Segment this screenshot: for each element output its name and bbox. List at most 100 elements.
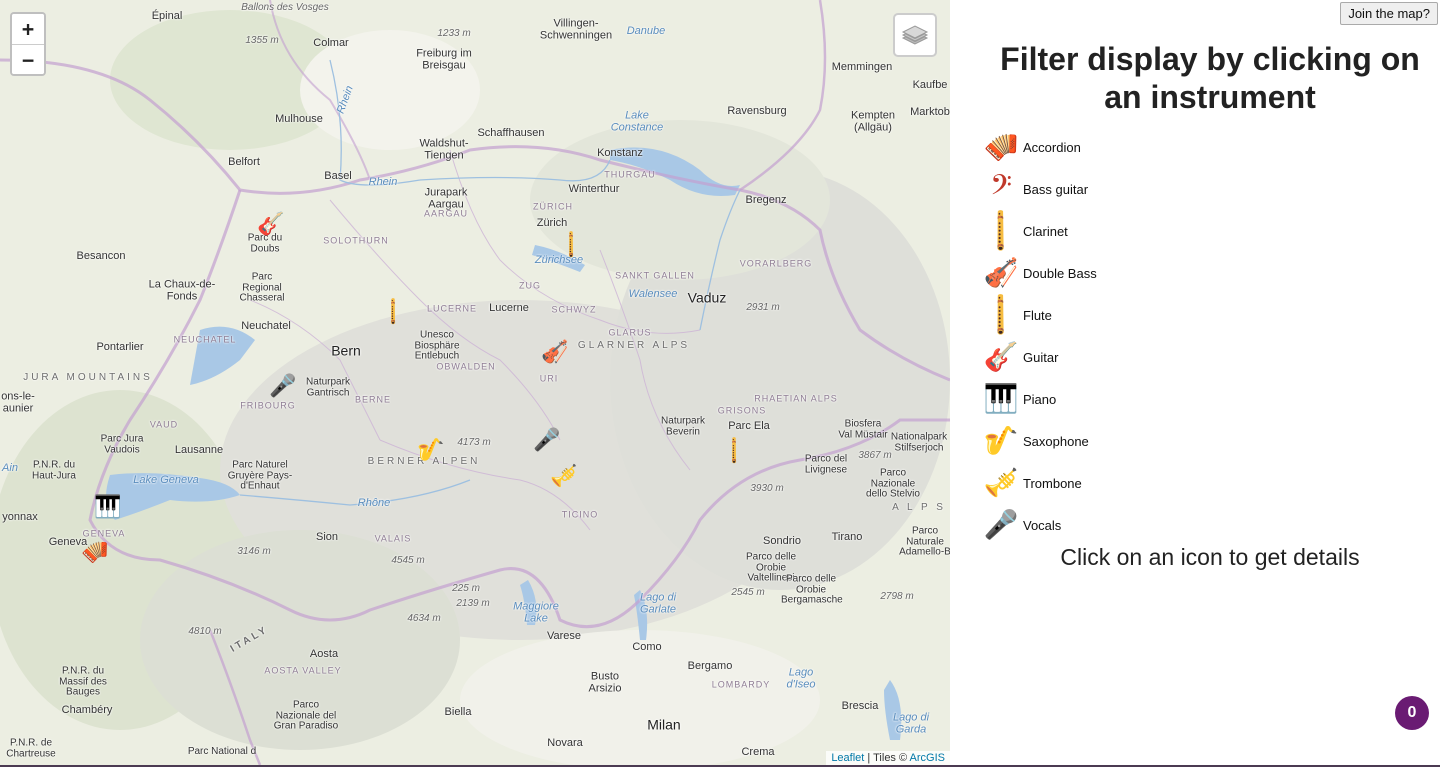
map-label: Lago di Garlate <box>639 591 677 615</box>
saxophone-icon: 🎷 <box>983 424 1019 457</box>
layers-icon <box>901 25 929 45</box>
double-bass-marker[interactable]: 🎻 <box>541 342 568 364</box>
map-label: 2798 m <box>880 590 914 602</box>
instrument-item-accordion[interactable]: 🪗 Accordion <box>982 126 1097 168</box>
instrument-item-guitar[interactable]: 🎸 Guitar <box>982 336 1097 378</box>
map-label: Lake Geneva <box>133 474 199 487</box>
map-label: Colmar <box>313 37 349 50</box>
instrument-label: Piano <box>1023 391 1057 407</box>
map-label: Novara <box>547 737 583 750</box>
map-label: 4545 m <box>391 554 425 566</box>
map-label: Biella <box>444 706 472 719</box>
zoom-in-button[interactable]: + <box>12 14 44 44</box>
map-label: Parco Nazionale del Gran Paradiso <box>273 699 339 732</box>
map-label: THURGAU <box>604 169 656 180</box>
map-label: Schaffhausen <box>477 127 545 140</box>
map-label: 4810 m <box>188 625 222 637</box>
map-label: Memmingen <box>831 61 893 74</box>
join-map-button[interactable]: Join the map? <box>1340 2 1438 25</box>
map-label: Konstanz <box>597 147 643 160</box>
accordion-icon: 🪗 <box>983 130 1019 163</box>
map-label: Zürich <box>536 217 568 230</box>
map-label: AOSTA VALLEY <box>264 665 342 676</box>
map-label: SCHWYZ <box>551 304 597 315</box>
leaflet-link[interactable]: Leaflet <box>831 752 864 764</box>
map-label: Chambéry <box>61 704 113 717</box>
map-label: TICINO <box>561 509 599 520</box>
map-label: RHAETIAN ALPS <box>754 393 838 404</box>
instrument-label: Vocals <box>1023 517 1062 533</box>
map-label: Tirano <box>831 531 863 544</box>
vocals-marker-2[interactable]: 🎤 <box>533 430 560 452</box>
map-label: P.N.R. du Massif des Bauges <box>59 665 107 698</box>
map-label: Freiburg im Breisgau <box>416 47 472 71</box>
map-label: Kempten (Allgäu) <box>850 109 896 133</box>
map-label: Rhein <box>368 176 398 189</box>
instrument-item-saxophone[interactable]: 🎷 Saxophone <box>982 420 1097 462</box>
notification-badge[interactable]: 0 <box>1395 696 1429 730</box>
map-label: GENEVA <box>82 528 126 539</box>
map-label: Como <box>632 641 662 654</box>
map-label: Parc Ela <box>728 420 770 433</box>
map-label: Zürichsee <box>534 254 584 267</box>
saxophone-marker[interactable]: 🎷 <box>417 440 444 462</box>
layers-button[interactable] <box>893 13 937 57</box>
map-label: SANKT GALLEN <box>615 270 695 281</box>
map-label: Bregenz <box>745 194 787 207</box>
guitar-icon: 🎸 <box>983 340 1019 373</box>
vocals-marker-1[interactable]: 🎤 <box>269 376 296 398</box>
zoom-out-button[interactable]: − <box>12 44 44 74</box>
map-label: Unesco Biosphäre Entlebuch <box>414 329 460 362</box>
piano-icon: 🎹 <box>983 382 1019 415</box>
map-view[interactable]: Épinal Ballons des Vosges Colmar 1355 m … <box>0 0 950 765</box>
map-label: Marktob <box>910 106 950 119</box>
instrument-label: Clarinet <box>1023 223 1068 239</box>
map-label: VORARLBERG <box>739 258 813 269</box>
instrument-label: Guitar <box>1023 349 1059 365</box>
map-label: Vaduz <box>687 289 727 306</box>
instrument-item-double-bass[interactable]: 🎻 Double Bass <box>982 252 1097 294</box>
instrument-item-vocals[interactable]: 🎤 Vocals <box>982 504 1097 546</box>
map-label: 3867 m <box>858 449 892 461</box>
instrument-label: Double Bass <box>1023 265 1097 281</box>
map-label: 1233 m <box>437 27 471 39</box>
map-label: GLARUS <box>608 327 652 338</box>
details-hint: Click on an icon to get details <box>1060 544 1360 570</box>
map-attribution: Leaflet | Tiles © ArcGIS <box>826 751 950 765</box>
instrument-item-bass-guitar[interactable]: 𝄢 Bass guitar <box>982 168 1097 210</box>
map-label: Parc National d <box>187 745 257 757</box>
instrument-item-trombone[interactable]: 🎺 Trombone <box>982 462 1097 504</box>
map-label: Rhône <box>357 497 391 510</box>
trombone-marker[interactable]: 🎺 <box>550 466 577 488</box>
map-label: 3930 m <box>750 482 784 494</box>
instrument-item-clarinet[interactable]: 🪈 Clarinet <box>977 207 1097 255</box>
microphone-icon: 🎤 <box>983 508 1019 541</box>
accordion-bass-marker[interactable]: 🪗 <box>81 542 108 564</box>
map-label: Lago di Garda <box>892 711 930 735</box>
map-label: Danube <box>626 25 666 38</box>
map-label: VALAIS <box>374 533 412 544</box>
map-label: JURA MOUNTAINS <box>23 371 153 383</box>
instrument-filter-list: 🪗 Accordion 𝄢 Bass guitar 🪈 Clarinet 🎻 D… <box>977 126 1097 546</box>
map-label: Parc Jura Vaudois <box>100 433 144 455</box>
map-label: P.N.R. de Chartreuse <box>6 737 56 759</box>
map-label: Maggiore Lake <box>513 600 559 624</box>
map-label: Kaufbe <box>912 79 948 92</box>
instrument-item-piano[interactable]: 🎹 Piano <box>982 378 1097 420</box>
instrument-item-flute[interactable]: 🪈 Flute <box>977 291 1097 339</box>
bass-clef-icon: 𝄢 <box>990 169 1012 209</box>
piano-guitar-marker[interactable]: 🎹 <box>94 497 121 519</box>
instrument-label: Saxophone <box>1023 433 1089 449</box>
map-label: 2931 m <box>746 301 780 313</box>
map-label: Sion <box>315 531 339 544</box>
map-label: FRIBOURG <box>240 400 296 411</box>
map-label: yonnax <box>2 511 38 524</box>
arcgis-link[interactable]: ArcGIS <box>910 752 945 764</box>
map-label: Ain <box>2 462 18 475</box>
map-label: OBWALDEN <box>436 361 496 372</box>
map-label: Parc Regional Chasseral <box>239 271 285 304</box>
map-label: LUCERNE <box>426 303 478 314</box>
map-label: Bern <box>331 342 361 359</box>
guitar-marker[interactable]: 🎸 <box>257 214 284 236</box>
map-label: Brescia <box>841 700 879 713</box>
